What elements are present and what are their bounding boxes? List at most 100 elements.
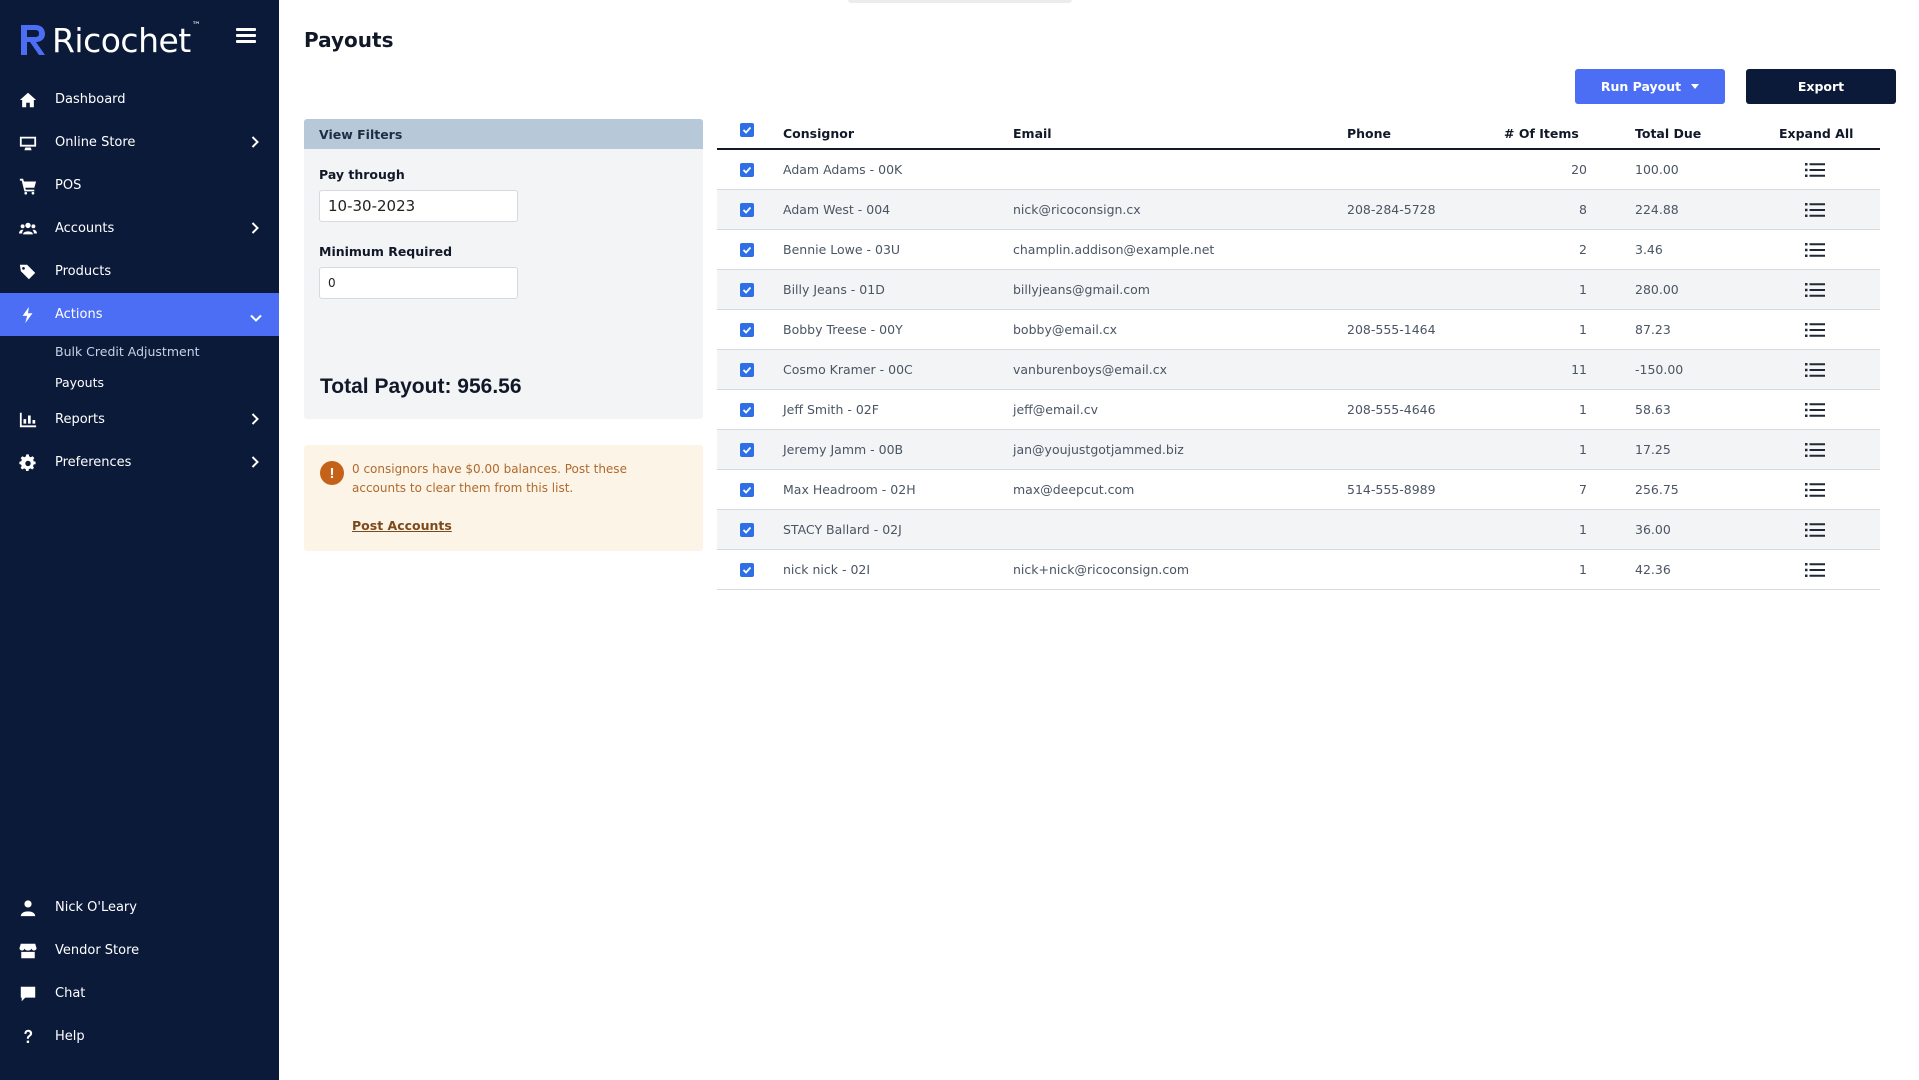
column-header-consignor[interactable]: Consignor <box>783 126 854 141</box>
row-checkbox[interactable] <box>740 403 754 417</box>
table-row[interactable]: Billy Jeans - 01D billyjeans@gmail.com 1 28… <box>717 270 1880 310</box>
store-icon <box>18 941 38 961</box>
sidebar-item-preferences[interactable]: Preferences <box>0 441 279 484</box>
users-icon <box>18 219 38 239</box>
sidebar-item-accounts[interactable]: Accounts <box>0 207 279 250</box>
sidebar-item-label: Online Store <box>55 135 136 150</box>
list-icon[interactable] <box>1805 242 1825 258</box>
sidebar-item-online-store[interactable]: Online Store <box>0 121 279 164</box>
sidebar-item-actions[interactable]: Actions <box>0 293 279 336</box>
column-header-total-due[interactable]: Total Due <box>1635 126 1701 141</box>
row-checkbox[interactable] <box>740 323 754 337</box>
email-cell: nick+nick@ricoconsign.com <box>1013 562 1190 577</box>
consignor-cell: Adam West - 004 <box>783 202 891 217</box>
list-icon[interactable] <box>1805 562 1825 578</box>
list-icon[interactable] <box>1805 522 1825 538</box>
email-cell: billyjeans@gmail.com <box>1013 282 1150 297</box>
run-payout-label: Run Payout <box>1600 79 1682 94</box>
list-icon[interactable] <box>1805 202 1825 218</box>
table-row[interactable]: Adam Adams - 00K 20 100.00 <box>717 150 1880 190</box>
email-cell: champlin.addison@example.net <box>1013 242 1215 257</box>
list-icon[interactable] <box>1805 162 1825 178</box>
minimum-required-label: Minimum Required <box>319 244 453 259</box>
sidebar-item-products[interactable]: Products <box>0 250 279 293</box>
row-checkbox[interactable] <box>740 563 754 577</box>
table-row[interactable]: Jeremy Jamm - 00B jan@youjustgotjammed.bi… <box>717 430 1880 470</box>
items-count-cell: 1 <box>1579 562 1587 577</box>
zero-balance-notice: ! 0 consignors have $0.00 balances. Post… <box>304 445 703 551</box>
sidebar-subitem-payouts[interactable]: Payouts <box>0 367 279 398</box>
row-checkbox[interactable] <box>740 523 754 537</box>
caret-down-icon <box>1691 84 1700 89</box>
filters-panel: View Filters Pay through Minimum Require… <box>304 119 703 419</box>
consignor-cell: Bennie Lowe - 03U <box>783 242 901 257</box>
export-button[interactable]: Export <box>1746 69 1896 104</box>
consignor-cell: Jeremy Jamm - 00B <box>783 442 904 457</box>
consignor-cell: Bobby Treese - 00Y <box>783 322 903 337</box>
logo[interactable]: Ricochet™ <box>18 18 201 62</box>
table-row[interactable]: Bennie Lowe - 03U champlin.addison@exampl… <box>717 230 1880 270</box>
column-header-phone[interactable]: Phone <box>1347 126 1391 141</box>
row-checkbox[interactable] <box>740 443 754 457</box>
expand-all-button[interactable]: Expand All <box>1779 126 1853 141</box>
sidebar-item-chat[interactable]: Chat <box>0 972 279 1015</box>
list-icon[interactable] <box>1805 402 1825 418</box>
list-icon[interactable] <box>1805 482 1825 498</box>
page-title: Payouts <box>304 28 394 52</box>
table-row[interactable]: Bobby Treese - 00Y bobby@email.cx 208-555-… <box>717 310 1880 350</box>
minimum-required-input[interactable] <box>319 267 518 299</box>
row-checkbox[interactable] <box>740 283 754 297</box>
total-due-cell: 224.88 <box>1635 202 1679 217</box>
column-header-items[interactable]: # Of Items <box>1504 126 1579 141</box>
chevron-right-icon <box>251 456 259 468</box>
list-icon[interactable] <box>1805 282 1825 298</box>
bolt-icon <box>18 305 38 325</box>
post-accounts-link[interactable]: Post Accounts <box>352 518 452 533</box>
select-all-checkbox[interactable] <box>740 123 754 137</box>
items-count-cell: 1 <box>1579 522 1587 537</box>
sidebar-item-label: Products <box>55 264 112 279</box>
sidebar-item-pos[interactable]: POS <box>0 164 279 207</box>
table-row[interactable]: Jeff Smith - 02F jeff@email.cv 208-555-464… <box>717 390 1880 430</box>
sidebar-item-help[interactable]: Help <box>0 1015 279 1058</box>
sidebar-item-vendor-store[interactable]: Vendor Store <box>0 929 279 972</box>
sidebar-item-label: Actions <box>55 307 103 322</box>
sidebar-item-dashboard[interactable]: Dashboard <box>0 78 279 121</box>
exclamation-icon: ! <box>320 461 344 485</box>
table-body: Adam Adams - 00K 20 100.00 Adam West - 004 n… <box>717 150 1880 590</box>
sidebar-item-user-profile[interactable]: Nick O'Leary <box>0 886 279 929</box>
email-cell: vanburenboys@email.cx <box>1013 362 1168 377</box>
sidebar-item-label: Reports <box>55 412 105 427</box>
table-row[interactable]: nick nick - 02I nick+nick@ricoconsign.com… <box>717 550 1880 590</box>
row-checkbox[interactable] <box>740 203 754 217</box>
table-row[interactable]: STACY Ballard - 02J 1 36.00 <box>717 510 1880 550</box>
consignor-cell: Cosmo Kramer - 00C <box>783 362 913 377</box>
total-due-cell: 36.00 <box>1635 522 1671 537</box>
sidebar-item-reports[interactable]: Reports <box>0 398 279 441</box>
sidebar-nav: Dashboard Online Store POS Accounts Prod… <box>0 78 279 484</box>
list-icon[interactable] <box>1805 322 1825 338</box>
view-filters-toggle[interactable]: View Filters <box>304 119 703 149</box>
cart-icon <box>18 176 38 196</box>
menu-toggle-icon[interactable] <box>236 28 256 44</box>
pay-through-label: Pay through <box>319 167 405 182</box>
total-payout: Total Payout: 956.56 <box>320 375 522 398</box>
run-payout-button[interactable]: Run Payout <box>1575 69 1725 104</box>
table-row[interactable]: Max Headroom - 02H max@deepcut.com 514-555… <box>717 470 1880 510</box>
row-checkbox[interactable] <box>740 163 754 177</box>
items-count-cell: 20 <box>1571 162 1587 177</box>
table-row[interactable]: Adam West - 004 nick@ricoconsign.cx 208-28… <box>717 190 1880 230</box>
column-header-email[interactable]: Email <box>1013 126 1052 141</box>
sidebar-item-label: Help <box>55 1029 85 1044</box>
row-checkbox[interactable] <box>740 243 754 257</box>
row-checkbox[interactable] <box>740 363 754 377</box>
table-row[interactable]: Cosmo Kramer - 00C vanburenboys@email.cx 1… <box>717 350 1880 390</box>
consignor-cell: Max Headroom - 02H <box>783 482 916 497</box>
list-icon[interactable] <box>1805 362 1825 378</box>
row-checkbox[interactable] <box>740 483 754 497</box>
list-icon[interactable] <box>1805 442 1825 458</box>
pay-through-date-input[interactable] <box>319 190 518 222</box>
sidebar-subitem-bulk-credit-adjustment[interactable]: Bulk Credit Adjustment <box>0 336 279 367</box>
sidebar-item-label: Chat <box>55 986 86 1001</box>
top-scroll-indicator <box>848 0 1072 3</box>
